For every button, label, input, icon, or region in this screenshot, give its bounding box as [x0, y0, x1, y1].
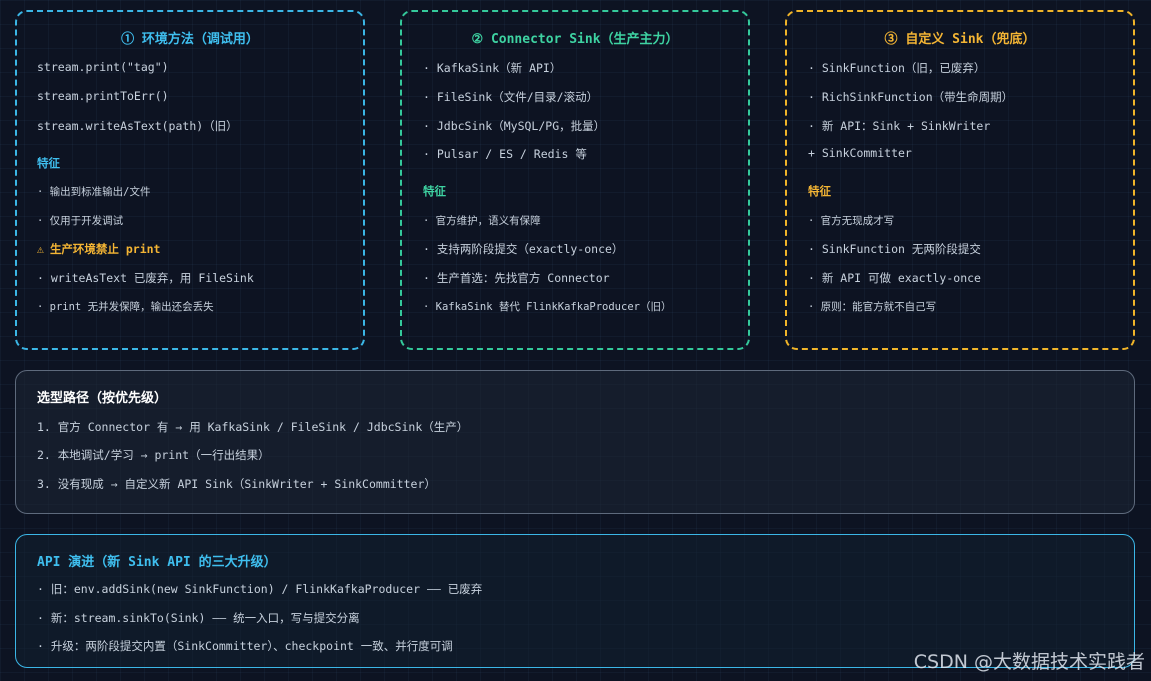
warning-text: 生产环境禁止 print	[49, 242, 161, 256]
selection-step: 3. 没有现成 → 自定义新 API Sink（SinkWriter + Sin…	[37, 477, 436, 491]
list-item: · SinkFunction（旧，已废弃）	[808, 61, 986, 75]
feature-item: · 生产首选：先找官方 Connector	[423, 271, 610, 285]
selection-step: 2. 本地调试/学习 → print（一行出结果）	[37, 448, 270, 462]
list-item: · JdbcSink（MySQL/PG，批量）	[423, 119, 606, 133]
warning-triangle-icon: ⚠	[37, 242, 44, 256]
evolution-item: · 新：stream.sinkTo(Sink) —— 统一入口，写与提交分离	[37, 611, 360, 625]
feature-item: · 原则：能官方就不自己写	[808, 301, 937, 313]
custom-sink-card: ③ 自定义 Sink（兜底） · SinkFunction（旧，已废弃） · R…	[785, 10, 1135, 350]
list-item: · Pulsar / ES / Redis 等	[423, 147, 587, 161]
feature-item: · SinkFunction 无两阶段提交	[808, 242, 981, 256]
connector-sink-card: ② Connector Sink（生产主力） · KafkaSink（新 API…	[400, 10, 750, 350]
list-item: · FileSink（文件/目录/滚动）	[423, 90, 599, 104]
list-item: · RichSinkFunction（带生命周期）	[808, 90, 1014, 104]
selection-path-panel: 选型路径（按优先级） 1. 官方 Connector 有 → 用 KafkaSi…	[15, 370, 1135, 514]
feature-label: 特征	[808, 184, 831, 198]
feature-item: · 仅用于开发调试	[37, 215, 124, 227]
feature-item: · 输出到标准输出/文件	[37, 186, 151, 198]
code-line: stream.printToErr()	[37, 89, 169, 103]
selection-step: 1. 官方 Connector 有 → 用 KafkaSink / FileSi…	[37, 420, 469, 434]
list-item: · KafkaSink（新 API）	[423, 61, 562, 75]
feature-item: · 新 API 可做 exactly-once	[808, 271, 981, 285]
env-method-card: ① 环境方法（调试用） stream.print("tag") stream.p…	[15, 10, 365, 350]
note-item: · writeAsText 已废弃，用 FileSink	[37, 271, 254, 285]
feature-item: · KafkaSink 替代 FlinkKafkaProducer（旧）	[423, 301, 672, 313]
feature-item: · 支持两阶段提交（exactly-once）	[423, 242, 624, 256]
evolution-item: · 升级：两阶段提交内置（SinkCommitter）、checkpoint 一…	[37, 639, 453, 653]
api-evolution-title: API 演进（新 Sink API 的三大升级）	[37, 555, 277, 570]
warning-line: ⚠ 生产环境禁止 print	[37, 241, 160, 257]
feature-label: 特征	[423, 184, 446, 198]
env-method-title: ① 环境方法（调试用）	[121, 32, 259, 47]
selection-path-title: 选型路径（按优先级）	[37, 391, 168, 406]
evolution-item: · 旧：env.addSink(new SinkFunction) / Flin…	[37, 582, 483, 596]
feature-item: · 官方维护，语义有保障	[423, 215, 541, 227]
feature-label: 特征	[37, 156, 60, 170]
list-item: · 新 API：Sink + SinkWriter	[808, 119, 991, 133]
list-item: + SinkCommitter	[808, 146, 912, 160]
code-line: stream.writeAsText(path)（旧）	[37, 119, 238, 133]
custom-sink-title: ③ 自定义 Sink（兜底）	[884, 32, 1036, 47]
code-line: stream.print("tag")	[37, 60, 169, 74]
feature-item: · 官方无现成才写	[808, 215, 895, 227]
watermark: CSDN @大数据技术实践者	[913, 651, 1145, 673]
connector-sink-title: ② Connector Sink（生产主力）	[471, 32, 679, 47]
note-item: · print 无并发保障，输出还会丢失	[37, 301, 214, 313]
